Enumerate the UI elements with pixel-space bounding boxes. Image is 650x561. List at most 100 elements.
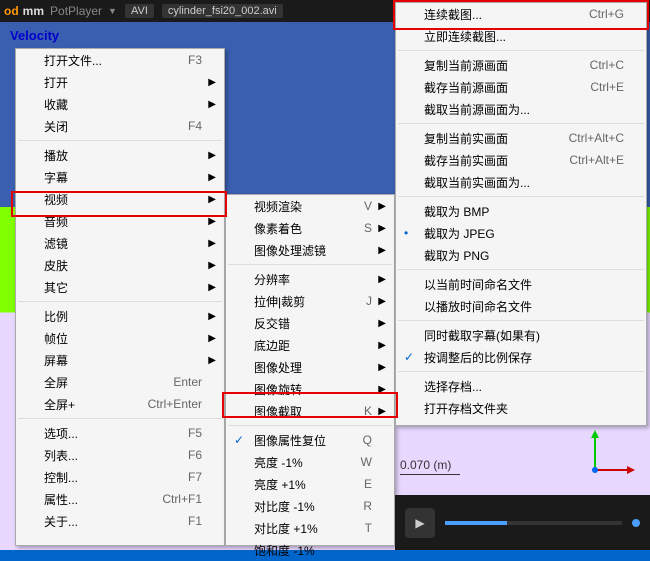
video-menu-item-8[interactable]: 图像处理▶	[226, 356, 394, 378]
video-menu-item-12[interactable]: ✓图像属性复位Q	[226, 429, 394, 451]
capture-menu-item-9[interactable]: 截取当前实画面为...	[396, 171, 646, 193]
ruler-value: 0.070 (m)	[400, 458, 451, 472]
progress-bar[interactable]	[445, 521, 622, 525]
logo-part1: od	[4, 4, 19, 18]
menu-item-label: 复制当前实画面	[424, 130, 569, 147]
video-menu-item-17[interactable]: 饱和度 -1%	[226, 539, 394, 561]
capture-menu-item-11[interactable]: 截取为 BMP	[396, 200, 646, 222]
submenu-arrow-icon: ▶	[208, 238, 216, 249]
capture-menu-item-19[interactable]: ✓按调整后的比例保存	[396, 346, 646, 368]
main-menu-item-2[interactable]: 收藏▶	[16, 93, 224, 115]
capture-menu-item-22[interactable]: 打开存档文件夹	[396, 397, 646, 419]
main-menu-item-8[interactable]: 音频▶	[16, 210, 224, 232]
capture-menu-item-7[interactable]: 复制当前实画面Ctrl+Alt+C	[396, 127, 646, 149]
main-menu-item-16[interactable]: 全屏Enter	[16, 371, 224, 393]
menu-item-label: 截取当前实画面为...	[424, 174, 624, 191]
video-menu-item-7[interactable]: 底边距▶	[226, 334, 394, 356]
video-menu-item-1[interactable]: 像素着色S▶	[226, 217, 394, 239]
menu-item-label: 截取为 BMP	[424, 203, 624, 220]
main-menu-item-7[interactable]: 视频▶	[16, 188, 224, 210]
main-menu-item-11[interactable]: 其它▶	[16, 276, 224, 298]
video-menu-item-9[interactable]: 图像旋转▶	[226, 378, 394, 400]
menu-item-label: 收藏	[44, 96, 202, 113]
capture-menu-item-0[interactable]: 连续截图...Ctrl+G	[396, 3, 646, 25]
menu-item-label: 按调整后的比例保存	[424, 349, 624, 366]
capture-menu-item-12[interactable]: •截取为 JPEG	[396, 222, 646, 244]
capture-menu-item-15[interactable]: 以当前时间命名文件	[396, 273, 646, 295]
main-menu-item-1[interactable]: 打开▶	[16, 71, 224, 93]
video-menu-item-14[interactable]: 亮度 +1%E	[226, 473, 394, 495]
app-name[interactable]: PotPlayer	[50, 4, 102, 18]
main-menu-item-13[interactable]: 比例▶	[16, 305, 224, 327]
axis-gizmo	[585, 430, 635, 480]
play-button[interactable]: ▶	[405, 508, 435, 538]
main-menu-item-21[interactable]: 控制...F7	[16, 466, 224, 488]
shortcut-label: Ctrl+F1	[162, 492, 202, 506]
capture-menu-item-13[interactable]: 截取为 PNG	[396, 244, 646, 266]
capture-menu-item-5[interactable]: 截取当前源画面为...	[396, 98, 646, 120]
main-menu-item-15[interactable]: 屏幕▶	[16, 349, 224, 371]
main-menu-item-19[interactable]: 选项...F5	[16, 422, 224, 444]
menu-item-label: 关于...	[44, 513, 188, 530]
menu-item-label: 截取当前源画面为...	[424, 101, 624, 118]
separator	[18, 140, 222, 141]
submenu-arrow-icon: ▶	[208, 77, 216, 88]
main-menu-item-6[interactable]: 字幕▶	[16, 166, 224, 188]
dropdown-icon[interactable]: ▼	[108, 6, 117, 16]
video-menu-item-16[interactable]: 对比度 +1%T	[226, 517, 394, 539]
submenu-arrow-icon: ▶	[208, 172, 216, 183]
menu-item-label: 滤镜	[44, 235, 202, 252]
main-menu-item-10[interactable]: 皮肤▶	[16, 254, 224, 276]
main-menu-item-3[interactable]: 关闭F4	[16, 115, 224, 137]
video-menu-item-15[interactable]: 对比度 -1%R	[226, 495, 394, 517]
video-menu-item-13[interactable]: 亮度 -1%W	[226, 451, 394, 473]
menu-item-label: 选项...	[44, 425, 188, 442]
separator	[18, 301, 222, 302]
menu-item-label: 视频	[44, 191, 202, 208]
menu-item-label: 复制当前源画面	[424, 57, 590, 74]
shortcut-label: S	[364, 221, 372, 235]
capture-menu-item-8[interactable]: 截存当前实画面Ctrl+Alt+E	[396, 149, 646, 171]
video-menu-item-6[interactable]: 反交错▶	[226, 312, 394, 334]
separator	[18, 418, 222, 419]
video-menu-item-10[interactable]: 图像截取K▶	[226, 400, 394, 422]
shortcut-label: F7	[188, 470, 202, 484]
capture-menu-item-21[interactable]: 选择存档...	[396, 375, 646, 397]
capture-menu-item-3[interactable]: 复制当前源画面Ctrl+C	[396, 54, 646, 76]
menu-item-label: 打开文件...	[44, 52, 188, 69]
menu-item-label: 图像处理	[254, 359, 372, 376]
main-menu-item-20[interactable]: 列表...F6	[16, 444, 224, 466]
menu-item-label: 底边距	[254, 337, 372, 354]
menu-item-label: 视频渲染	[254, 198, 364, 215]
video-menu-item-4[interactable]: 分辨率▶	[226, 268, 394, 290]
submenu-arrow-icon: ▶	[208, 260, 216, 271]
shortcut-label: F4	[188, 119, 202, 133]
main-menu-item-22[interactable]: 属性...Ctrl+F1	[16, 488, 224, 510]
volume-indicator[interactable]	[632, 519, 640, 527]
main-menu-item-23[interactable]: 关于...F1	[16, 510, 224, 532]
video-menu-item-2[interactable]: 图像处理滤镜▶	[226, 239, 394, 261]
ruler-line	[400, 474, 460, 475]
video-menu-item-5[interactable]: 拉伸|裁剪J▶	[226, 290, 394, 312]
capture-menu-item-18[interactable]: 同时截取字幕(如果有)	[396, 324, 646, 346]
main-menu-item-17[interactable]: 全屏+Ctrl+Enter	[16, 393, 224, 415]
check-icon: ✓	[234, 433, 244, 447]
submenu-arrow-icon: ▶	[208, 150, 216, 161]
menu-item-label: 截取为 JPEG	[424, 225, 624, 242]
main-menu-item-14[interactable]: 帧位▶	[16, 327, 224, 349]
shortcut-label: F6	[188, 448, 202, 462]
video-menu-item-0[interactable]: 视频渲染V▶	[226, 195, 394, 217]
capture-submenu: 连续截图...Ctrl+G立即连续截图...复制当前源画面Ctrl+C截存当前源…	[395, 2, 647, 426]
shortcut-label: F3	[188, 53, 202, 67]
capture-menu-item-4[interactable]: 截存当前源画面Ctrl+E	[396, 76, 646, 98]
main-menu-item-0[interactable]: 打开文件...F3	[16, 49, 224, 71]
capture-menu-item-1[interactable]: 立即连续截图...	[396, 25, 646, 47]
ruler-label: 0.070 (m)	[400, 458, 460, 475]
menu-item-label: 截存当前源画面	[424, 79, 590, 96]
main-menu-item-9[interactable]: 滤镜 ▶	[16, 232, 224, 254]
menu-item-label: 控制...	[44, 469, 188, 486]
main-menu-item-5[interactable]: 播放▶	[16, 144, 224, 166]
player-control-bar: ▶	[395, 495, 650, 550]
capture-menu-item-16[interactable]: 以播放时间命名文件	[396, 295, 646, 317]
shortcut-label: Ctrl+Alt+C	[569, 131, 624, 145]
